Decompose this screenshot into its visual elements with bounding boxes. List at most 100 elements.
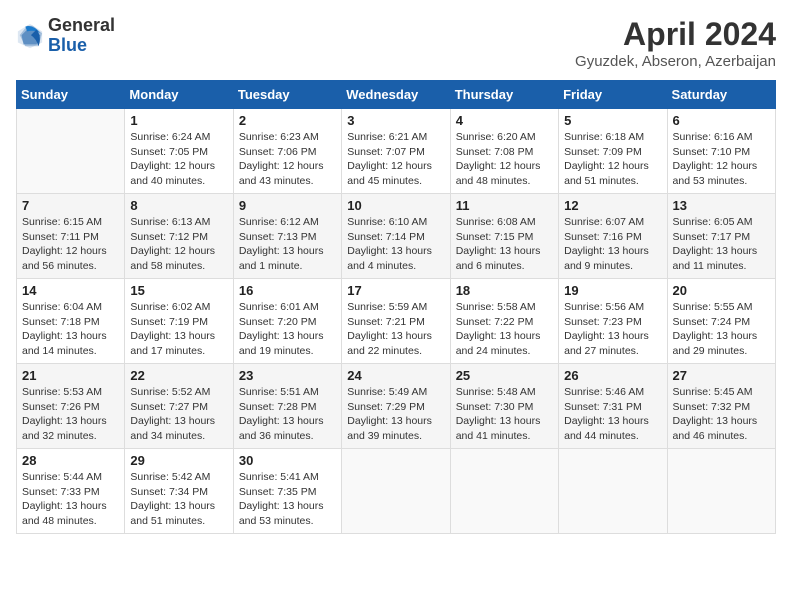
day-number: 12 xyxy=(564,198,661,213)
day-number: 6 xyxy=(673,113,770,128)
day-number: 13 xyxy=(673,198,770,213)
day-info: Sunrise: 5:46 AM Sunset: 7:31 PM Dayligh… xyxy=(564,385,661,444)
calendar-cell: 4 Sunrise: 6:20 AM Sunset: 7:08 PM Daylig… xyxy=(450,109,558,194)
day-info: Sunrise: 6:20 AM Sunset: 7:08 PM Dayligh… xyxy=(456,130,553,189)
calendar-cell: 18 Sunrise: 5:58 AM Sunset: 7:22 PM Dayli… xyxy=(450,279,558,364)
calendar-cell: 20 Sunrise: 5:55 AM Sunset: 7:24 PM Dayli… xyxy=(667,279,775,364)
calendar-cell: 27 Sunrise: 5:45 AM Sunset: 7:32 PM Dayli… xyxy=(667,364,775,449)
day-number: 8 xyxy=(130,198,227,213)
day-number: 3 xyxy=(347,113,444,128)
calendar-cell: 16 Sunrise: 6:01 AM Sunset: 7:20 PM Dayli… xyxy=(233,279,341,364)
calendar-cell: 19Sunrise: 5:56 AM Sunset: 7:23 PM Dayli… xyxy=(559,279,667,364)
page-header: General Blue April 2024 Gyuzdek, Abseron… xyxy=(16,16,776,70)
calendar-cell: 6Sunrise: 6:16 AM Sunset: 7:10 PM Daylig… xyxy=(667,109,775,194)
calendar-cell: 12 Sunrise: 6:07 AM Sunset: 7:16 PM Dayli… xyxy=(559,194,667,279)
day-number: 21 xyxy=(22,368,119,383)
day-info: Sunrise: 5:59 AM Sunset: 7:21 PM Dayligh… xyxy=(347,300,444,359)
day-number: 20 xyxy=(673,283,770,298)
day-info: Sunrise: 6:18 AM Sunset: 7:09 PM Dayligh… xyxy=(564,130,661,189)
day-info: Sunrise: 6:23 AM Sunset: 7:06 PM Dayligh… xyxy=(239,130,336,189)
day-number: 5 xyxy=(564,113,661,128)
day-number: 27 xyxy=(673,368,770,383)
day-info: Sunrise: 6:13 AM Sunset: 7:12 PM Dayligh… xyxy=(130,215,227,274)
day-info: Sunrise: 5:45 AM Sunset: 7:32 PM Dayligh… xyxy=(673,385,770,444)
day-number: 22 xyxy=(130,368,227,383)
location-text: Gyuzdek, Abseron, Azerbaijan xyxy=(575,53,776,70)
day-number: 1 xyxy=(130,113,227,128)
week-row: 14 Sunrise: 6:04 AM Sunset: 7:18 PM Dayli… xyxy=(17,279,776,364)
day-info: Sunrise: 5:44 AM Sunset: 7:33 PM Dayligh… xyxy=(22,470,119,529)
day-info: Sunrise: 6:07 AM Sunset: 7:16 PM Dayligh… xyxy=(564,215,661,274)
day-info: Sunrise: 6:05 AM Sunset: 7:17 PM Dayligh… xyxy=(673,215,770,274)
day-number: 17 xyxy=(347,283,444,298)
calendar-cell: 3 Sunrise: 6:21 AM Sunset: 7:07 PM Daylig… xyxy=(342,109,450,194)
calendar-cell: 9 Sunrise: 6:12 AM Sunset: 7:13 PM Daylig… xyxy=(233,194,341,279)
day-number: 4 xyxy=(456,113,553,128)
weekday-header: Saturday xyxy=(667,81,775,109)
calendar-cell xyxy=(667,449,775,534)
day-info: Sunrise: 6:24 AM Sunset: 7:05 PM Dayligh… xyxy=(130,130,227,189)
day-number: 18 xyxy=(456,283,553,298)
calendar-cell: 13 Sunrise: 6:05 AM Sunset: 7:17 PM Dayli… xyxy=(667,194,775,279)
day-info: Sunrise: 6:02 AM Sunset: 7:19 PM Dayligh… xyxy=(130,300,227,359)
title-block: April 2024 Gyuzdek, Abseron, Azerbaijan xyxy=(575,16,776,70)
day-number: 25 xyxy=(456,368,553,383)
week-row: 28Sunrise: 5:44 AM Sunset: 7:33 PM Dayli… xyxy=(17,449,776,534)
day-info: Sunrise: 5:52 AM Sunset: 7:27 PM Dayligh… xyxy=(130,385,227,444)
day-info: Sunrise: 6:21 AM Sunset: 7:07 PM Dayligh… xyxy=(347,130,444,189)
day-info: Sunrise: 6:04 AM Sunset: 7:18 PM Dayligh… xyxy=(22,300,119,359)
month-title: April 2024 xyxy=(575,16,776,53)
day-info: Sunrise: 5:56 AM Sunset: 7:23 PM Dayligh… xyxy=(564,300,661,359)
calendar-cell: 11 Sunrise: 6:08 AM Sunset: 7:15 PM Dayli… xyxy=(450,194,558,279)
logo-icon xyxy=(16,22,44,50)
day-info: Sunrise: 5:58 AM Sunset: 7:22 PM Dayligh… xyxy=(456,300,553,359)
calendar-cell: 5 Sunrise: 6:18 AM Sunset: 7:09 PM Daylig… xyxy=(559,109,667,194)
calendar-cell xyxy=(559,449,667,534)
weekday-header: Monday xyxy=(125,81,233,109)
calendar-cell: 1 Sunrise: 6:24 AM Sunset: 7:05 PM Daylig… xyxy=(125,109,233,194)
calendar-cell: 7 Sunrise: 6:15 AM Sunset: 7:11 PM Daylig… xyxy=(17,194,125,279)
calendar-cell: 26 Sunrise: 5:46 AM Sunset: 7:31 PM Dayli… xyxy=(559,364,667,449)
day-number: 15 xyxy=(130,283,227,298)
calendar-cell: 2 Sunrise: 6:23 AM Sunset: 7:06 PM Daylig… xyxy=(233,109,341,194)
day-number: 7 xyxy=(22,198,119,213)
day-info: Sunrise: 6:08 AM Sunset: 7:15 PM Dayligh… xyxy=(456,215,553,274)
day-info: Sunrise: 6:15 AM Sunset: 7:11 PM Dayligh… xyxy=(22,215,119,274)
day-number: 23 xyxy=(239,368,336,383)
day-info: Sunrise: 6:01 AM Sunset: 7:20 PM Dayligh… xyxy=(239,300,336,359)
calendar-cell xyxy=(342,449,450,534)
calendar-cell: 29 Sunrise: 5:42 AM Sunset: 7:34 PM Dayli… xyxy=(125,449,233,534)
day-number: 16 xyxy=(239,283,336,298)
calendar-cell: 28Sunrise: 5:44 AM Sunset: 7:33 PM Dayli… xyxy=(17,449,125,534)
day-info: Sunrise: 5:55 AM Sunset: 7:24 PM Dayligh… xyxy=(673,300,770,359)
weekday-header: Thursday xyxy=(450,81,558,109)
day-info: Sunrise: 5:51 AM Sunset: 7:28 PM Dayligh… xyxy=(239,385,336,444)
day-number: 2 xyxy=(239,113,336,128)
calendar-cell xyxy=(17,109,125,194)
day-number: 14 xyxy=(22,283,119,298)
day-number: 9 xyxy=(239,198,336,213)
calendar-cell: 22 Sunrise: 5:52 AM Sunset: 7:27 PM Dayli… xyxy=(125,364,233,449)
calendar-cell: 24Sunrise: 5:49 AM Sunset: 7:29 PM Dayli… xyxy=(342,364,450,449)
day-info: Sunrise: 5:41 AM Sunset: 7:35 PM Dayligh… xyxy=(239,470,336,529)
weekday-header: Tuesday xyxy=(233,81,341,109)
calendar-cell: 8 Sunrise: 6:13 AM Sunset: 7:12 PM Daylig… xyxy=(125,194,233,279)
calendar-cell: 23 Sunrise: 5:51 AM Sunset: 7:28 PM Dayli… xyxy=(233,364,341,449)
calendar-cell: 25 Sunrise: 5:48 AM Sunset: 7:30 PM Dayli… xyxy=(450,364,558,449)
calendar-cell: 14 Sunrise: 6:04 AM Sunset: 7:18 PM Dayli… xyxy=(17,279,125,364)
logo-blue-text: Blue xyxy=(48,35,87,55)
day-info: Sunrise: 5:48 AM Sunset: 7:30 PM Dayligh… xyxy=(456,385,553,444)
calendar-cell: 10Sunrise: 6:10 AM Sunset: 7:14 PM Dayli… xyxy=(342,194,450,279)
day-number: 11 xyxy=(456,198,553,213)
calendar-cell: 21Sunrise: 5:53 AM Sunset: 7:26 PM Dayli… xyxy=(17,364,125,449)
day-info: Sunrise: 6:10 AM Sunset: 7:14 PM Dayligh… xyxy=(347,215,444,274)
day-info: Sunrise: 5:42 AM Sunset: 7:34 PM Dayligh… xyxy=(130,470,227,529)
day-number: 26 xyxy=(564,368,661,383)
weekday-header: Friday xyxy=(559,81,667,109)
calendar-cell: 30Sunrise: 5:41 AM Sunset: 7:35 PM Dayli… xyxy=(233,449,341,534)
calendar-cell xyxy=(450,449,558,534)
day-info: Sunrise: 6:12 AM Sunset: 7:13 PM Dayligh… xyxy=(239,215,336,274)
day-number: 29 xyxy=(130,453,227,468)
weekday-header: Wednesday xyxy=(342,81,450,109)
week-row: 21Sunrise: 5:53 AM Sunset: 7:26 PM Dayli… xyxy=(17,364,776,449)
